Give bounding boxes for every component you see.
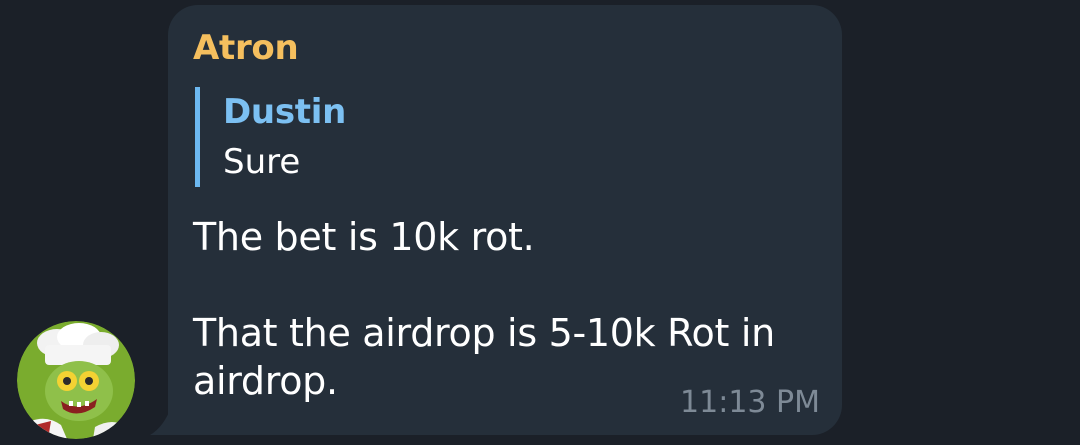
message-bubble[interactable]: Atron Dustin Sure The bet is 10k rot. Th… [168,5,842,435]
reply-text: Sure [223,142,301,182]
zombie-chef-avatar-icon [17,321,135,439]
sender-avatar[interactable] [17,321,135,439]
reply-quote[interactable]: Dustin Sure [195,87,346,187]
reply-author-name: Dustin [223,92,346,132]
message-timestamp: 11:13 PM [680,385,820,420]
message-text: The bet is 10k rot. That the airdrop is … [193,215,775,403]
sender-name[interactable]: Atron [193,28,299,68]
